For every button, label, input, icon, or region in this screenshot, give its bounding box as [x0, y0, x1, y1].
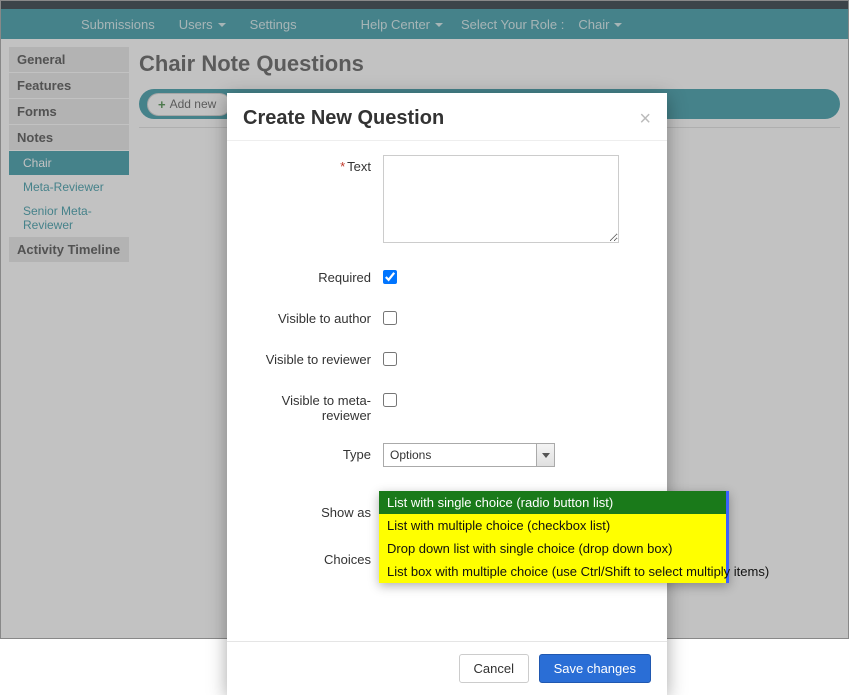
dropdown-option[interactable]: List box with multiple choice (use Ctrl/… — [379, 560, 726, 583]
label-visible-meta: Visible to meta-reviewer — [243, 389, 383, 423]
modal-title: Create New Question — [243, 107, 639, 130]
visible-meta-checkbox[interactable] — [383, 393, 397, 407]
label-choices: Choices — [243, 548, 383, 567]
dropdown-option[interactable]: List with multiple choice (checkbox list… — [379, 514, 726, 537]
label-required: Required — [243, 266, 383, 285]
text-field[interactable] — [383, 155, 619, 243]
label-type: Type — [243, 443, 383, 462]
close-icon[interactable]: × — [639, 109, 651, 129]
dropdown-option[interactable]: Drop down list with single choice (drop … — [379, 537, 726, 560]
chevron-down-icon — [536, 444, 554, 466]
create-question-modal: Create New Question × *Text Required Vis… — [227, 93, 667, 695]
dropdown-option[interactable]: List with single choice (radio button li… — [379, 491, 726, 514]
show-as-dropdown: List with single choice (radio button li… — [379, 491, 729, 583]
visible-reviewer-checkbox[interactable] — [383, 352, 397, 366]
label-visible-reviewer: Visible to reviewer — [243, 348, 383, 367]
type-select-value: Options — [390, 448, 431, 462]
label-text: *Text — [243, 155, 383, 174]
visible-author-checkbox[interactable] — [383, 311, 397, 325]
save-changes-button[interactable]: Save changes — [539, 654, 651, 683]
label-show-as: Show as — [243, 501, 383, 520]
type-select[interactable]: Options — [383, 443, 555, 467]
required-checkbox[interactable] — [383, 270, 397, 284]
label-visible-author: Visible to author — [243, 307, 383, 326]
cancel-button[interactable]: Cancel — [459, 654, 529, 683]
